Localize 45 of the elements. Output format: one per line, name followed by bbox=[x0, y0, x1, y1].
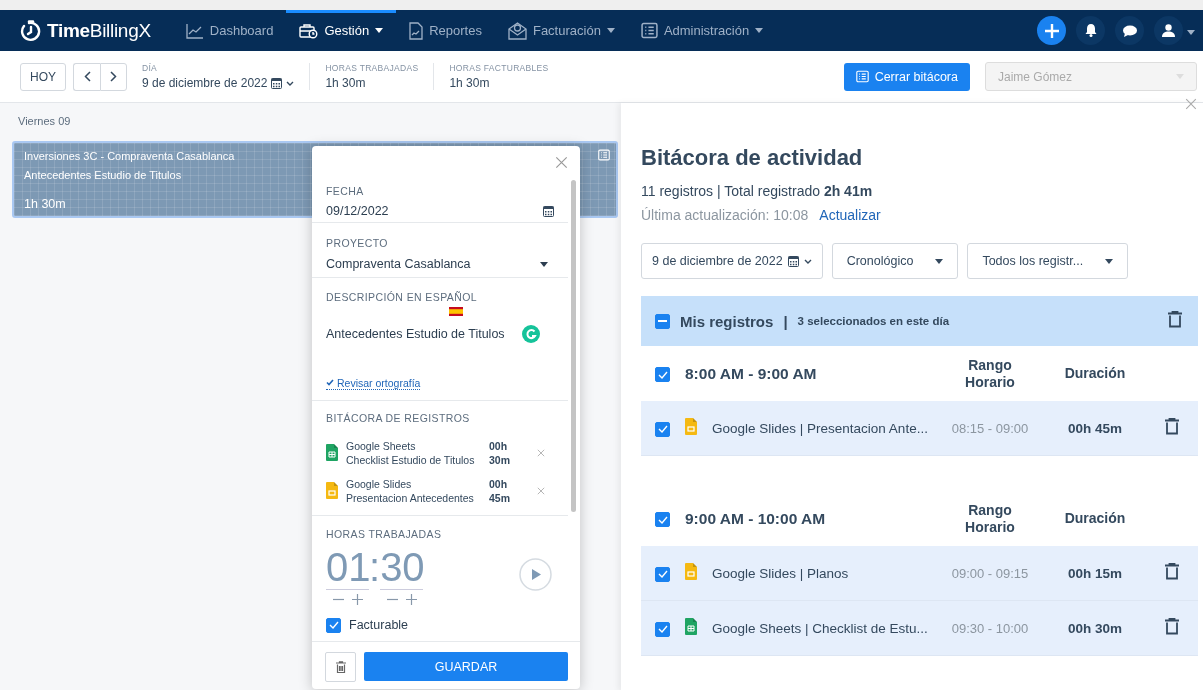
record-name: Google Sheets | Checklist de Estu... bbox=[712, 620, 929, 636]
section-label: HORAS TRABAJADAS bbox=[326, 527, 442, 540]
time-range: 09:00 - 09:15 bbox=[950, 565, 1030, 581]
time-slot-title: 8:00 AM - 9:00 AM bbox=[685, 364, 818, 383]
log-app-name: Google Slides bbox=[346, 477, 412, 490]
field-label: PROYECTO bbox=[326, 237, 388, 249]
log-detail: Checklist Estudio de Titulos bbox=[346, 453, 475, 466]
field-label: DESCRIPCIÓN EN ESPAÑOL bbox=[326, 291, 477, 303]
field-label: FECHA bbox=[326, 185, 364, 197]
stat-label: HORAS FACTURABLES bbox=[449, 63, 549, 73]
log-hours: 00h bbox=[489, 439, 508, 452]
event-title: Inversiones 3C - Compraventa Casablanca bbox=[24, 150, 235, 162]
column-header: Duración bbox=[1063, 510, 1127, 527]
field-label: DÍA bbox=[142, 63, 159, 73]
last-update-text: Última actualización: 10:08 bbox=[641, 207, 809, 223]
column-header: Rango Horario bbox=[964, 356, 1016, 391]
log-app-name: Google Sheets bbox=[346, 439, 416, 452]
log-minutes: 45m bbox=[489, 491, 510, 504]
duration-text: 00h 30m bbox=[1066, 620, 1123, 636]
duration-text: 00h 45m bbox=[1066, 420, 1123, 436]
column-header: Duración bbox=[1063, 365, 1127, 382]
duration-text: 00h 15m bbox=[1066, 565, 1123, 581]
log-hours: 00h bbox=[489, 477, 508, 490]
record-name: Google Slides | Presentacion Ante... bbox=[712, 420, 929, 436]
selection-note: 3 seleccionados en este día bbox=[797, 315, 950, 327]
column-header: Rango Horario bbox=[964, 501, 1016, 536]
panel-title: Bitácora de actividad bbox=[641, 145, 864, 171]
day-label: Viernes 09 bbox=[17, 115, 71, 127]
time-separator: : bbox=[369, 544, 381, 589]
section-label: BITÁCORA DE REGISTROS bbox=[326, 411, 470, 424]
record-name: Google Slides | Planos bbox=[712, 565, 850, 581]
event-duration: 1h 30m bbox=[24, 197, 66, 211]
stat-value: 1h 30m bbox=[449, 76, 491, 90]
event-description: Antecedentes Estudio de Titulos bbox=[24, 169, 182, 181]
stat-label: HORAS TRABAJADAS bbox=[325, 63, 419, 73]
summary-text: 11 registros | Total registrado 2h 41m bbox=[641, 183, 874, 199]
time-range: 09:30 - 10:00 bbox=[950, 620, 1030, 636]
group-title: Mis registros bbox=[680, 312, 774, 330]
checkbox-label: Facturable bbox=[349, 618, 409, 632]
log-minutes: 30m bbox=[489, 453, 510, 466]
time-slot-title: 9:00 AM - 10:00 AM bbox=[685, 509, 827, 528]
log-detail: Presentacion Antecedentes bbox=[346, 491, 474, 504]
time-range: 08:15 - 09:00 bbox=[950, 420, 1030, 436]
stat-value: 1h 30m bbox=[325, 76, 367, 90]
separator-text: | bbox=[783, 312, 788, 330]
